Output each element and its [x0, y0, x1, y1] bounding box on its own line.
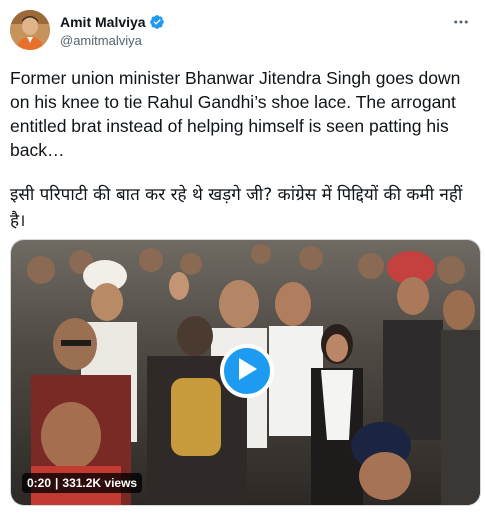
- avatar[interactable]: [10, 10, 50, 50]
- video-view-count: 331.2K views: [62, 476, 138, 490]
- video-meta-badge: 0:20 | 331.2K views: [22, 473, 143, 493]
- play-button[interactable]: [220, 344, 274, 398]
- video-player[interactable]: 0:20 | 331.2K views: [10, 239, 481, 506]
- tweet[interactable]: Amit Malviya @amitmalviya Former union m…: [0, 0, 485, 515]
- author-name-row[interactable]: Amit Malviya: [60, 13, 165, 31]
- video-duration: 0:20: [27, 476, 52, 490]
- author-handle[interactable]: @amitmalviya: [60, 33, 165, 48]
- tweet-text-hindi: इसी परिपाटी की बात कर रहे थे खड़गे जी? क…: [10, 185, 463, 231]
- tweet-header: Amit Malviya @amitmalviya: [10, 10, 475, 54]
- author-names: Amit Malviya @amitmalviya: [60, 13, 165, 48]
- video-meta-separator: |: [55, 476, 59, 490]
- play-icon: [236, 357, 258, 386]
- more-horizontal-icon: [452, 13, 470, 36]
- tweet-text-english: Former union minister Bhanwar Jitendra S…: [10, 68, 461, 160]
- more-options-button[interactable]: [447, 10, 475, 38]
- author-display-name[interactable]: Amit Malviya: [60, 14, 146, 30]
- verified-badge-icon: [149, 14, 165, 30]
